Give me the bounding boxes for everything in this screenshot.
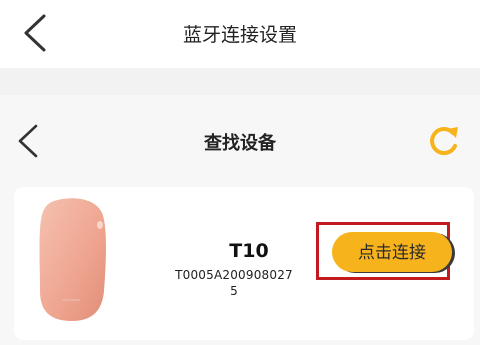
- top-bar: 蓝牙连接设置: [0, 0, 480, 68]
- device-serial: T0005A2009080275: [175, 268, 293, 298]
- panel-title: 查找设备: [204, 133, 276, 154]
- panel-header: 查找设备: [0, 95, 480, 185]
- connect-button[interactable]: 点击连接: [332, 232, 452, 272]
- device-image: [39, 198, 106, 321]
- refresh-icon[interactable]: [426, 124, 462, 158]
- device-name: T10: [229, 240, 269, 262]
- find-device-panel: 查找设备 T10 T0005A2009080275 点击连接: [0, 95, 480, 345]
- page-title: 蓝牙连接设置: [182, 24, 297, 46]
- device-card[interactable]: T10 T0005A2009080275 点击连接: [14, 187, 474, 340]
